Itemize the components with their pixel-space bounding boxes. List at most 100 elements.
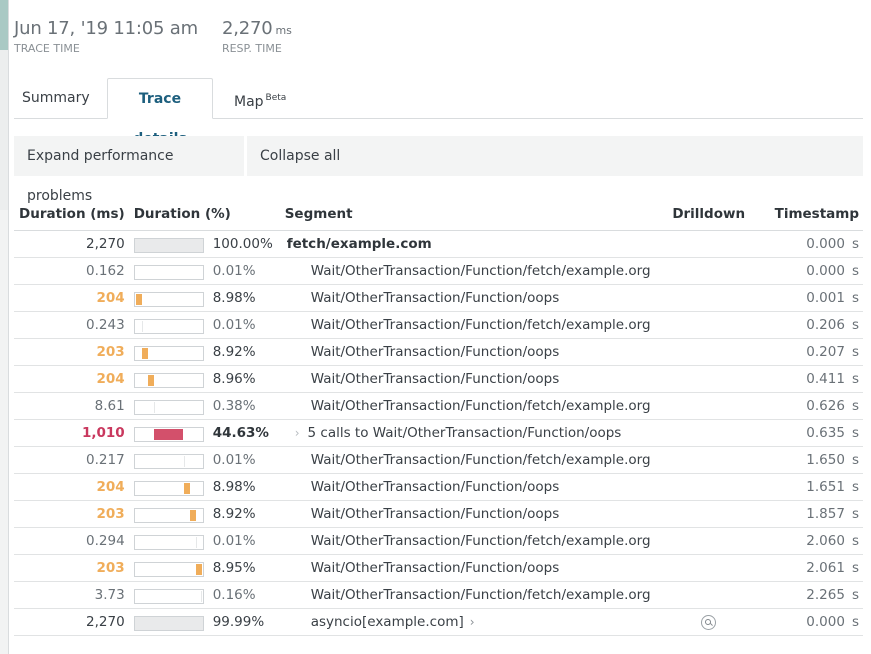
timestamp-value: 0.000 [806,236,845,252]
table-row[interactable]: 0.162 0.01% Wait/OtherTransaction/Function… [14,257,863,285]
magnifier-icon[interactable] [701,614,717,630]
column-duration-pct[interactable]: Duration (%) [130,198,281,231]
drilldown-cell [668,311,749,339]
segment-cell: Wait/OtherTransaction/Function/fetch/exa… [280,446,669,474]
segment-name: Wait/OtherTransaction/Function/fetch/exa… [310,317,651,333]
expand-chevron-icon[interactable]: › [295,426,300,440]
duration-bar-fill [147,374,154,386]
segment-cell: Wait/OtherTransaction/Function/oops [280,554,669,582]
timestamp-unit: s [851,452,859,468]
collapse-all-button[interactable]: Collapse all [247,136,863,176]
drilldown-cell [668,581,749,609]
duration-bar [133,453,204,469]
timestamp-value: 1.857 [806,506,845,522]
segment-cell[interactable]: › 5 calls to Wait/OtherTransaction/Functi… [280,419,669,447]
timestamp-value: 0.411 [806,371,845,387]
tab-summary[interactable]: Summary [14,78,98,118]
response-time-label: RESP. TIME [221,42,282,55]
duration-ms: 0.294 [14,527,131,555]
duration-pct: 8.92% [205,500,281,528]
timestamp-unit: s [851,290,859,306]
segment-cell: Wait/OtherTransaction/Function/fetch/exa… [280,581,669,609]
tab-trace-details[interactable]: Trace details [107,78,213,147]
timestamp-value: 1.651 [806,479,845,495]
timestamp-unit: s [851,560,859,576]
duration-bar [133,237,204,253]
duration-pct: 8.98% [205,473,281,501]
table-row[interactable]: 0.294 0.01% Wait/OtherTransaction/Function… [14,527,863,555]
table-row[interactable]: 203 8.92% Wait/OtherTransaction/Function/o… [14,500,863,528]
table-row[interactable]: 204 8.98% Wait/OtherTransaction/Function/o… [14,473,863,501]
chevron-right-icon[interactable]: › [470,615,475,629]
duration-ms: 0.243 [14,311,131,339]
table-row[interactable]: 8.61 0.38% Wait/OtherTransaction/Function/… [14,392,863,420]
timestamp-unit: s [851,317,859,333]
timestamp: 2.060 s [748,527,863,555]
response-time-unit: ms [275,24,292,37]
duration-pct: 0.01% [205,311,281,339]
column-duration-ms[interactable]: Duration (ms) [14,198,131,231]
drilldown-cell [668,284,749,312]
table-row[interactable]: 2,270 100.00% fetch/example.com 0.000 s [14,230,863,258]
trace-details-table: Duration (ms) Duration (%) Segment Drill… [14,198,863,636]
table-row[interactable]: 3.73 0.16% Wait/OtherTransaction/Function/… [14,581,863,609]
column-timestamp[interactable]: Timestamp [748,198,863,231]
timestamp: 1.857 s [748,500,863,528]
tab-map-label: Map [234,94,264,110]
timestamp-value: 0.635 [806,425,845,441]
table-row[interactable]: 1,010 44.63% › 5 calls to Wait/OtherTransac… [14,419,863,447]
duration-bar [133,291,204,307]
tab-map[interactable]: Map Beta [226,78,294,118]
duration-bar [133,399,204,415]
duration-ms: 0.217 [14,446,131,474]
timestamp-value: 0.626 [806,398,845,414]
duration-bar [133,480,204,496]
column-drilldown: Drilldown [668,198,749,231]
timestamp-value: 0.000 [806,263,845,279]
segment-cell: Wait/OtherTransaction/Function/fetch/exa… [280,527,669,555]
duration-bar-fill [195,563,202,575]
duration-pct: 8.92% [205,338,281,366]
table-row[interactable]: 0.243 0.01% Wait/OtherTransaction/Function… [14,311,863,339]
column-segment[interactable]: Segment [280,198,669,231]
duration-bar [133,345,204,361]
table-header-row: Duration (ms) Duration (%) Segment Drill… [14,198,863,231]
timestamp-unit: s [851,506,859,522]
table-row[interactable]: 203 8.92% Wait/OtherTransaction/Function/o… [14,338,863,366]
table-row[interactable]: 204 8.96% Wait/OtherTransaction/Function/o… [14,365,863,393]
table-row[interactable]: 203 8.95% Wait/OtherTransaction/Function/o… [14,554,863,582]
duration-bar [133,426,204,442]
duration-bar-fill [135,293,142,305]
duration-ms: 203 [14,500,131,528]
trace-time-label: TRACE TIME [14,42,80,55]
background-panel-edge [0,0,9,654]
table-row[interactable]: 2,270 99.99% asyncio[example.com] › 0.000 s [14,608,863,636]
segment-cell: Wait/OtherTransaction/Function/oops [280,338,669,366]
table-row[interactable]: 204 8.98% Wait/OtherTransaction/Function/o… [14,284,863,312]
drilldown-cell [668,473,749,501]
duration-ms: 2,270 [14,230,131,258]
duration-bar [133,534,204,550]
timestamp-value: 0.000 [806,614,845,630]
segment-cell[interactable]: asyncio[example.com] › [280,608,669,636]
expand-performance-problems-button[interactable]: Expand performance problems [14,136,244,204]
drilldown-cell [668,527,749,555]
timestamp: 0.635 s [748,419,863,447]
segment-name: Wait/OtherTransaction/Function/fetch/exa… [310,398,651,414]
timestamp: 0.626 s [748,392,863,420]
drilldown-cell [668,500,749,528]
timestamp-unit: s [851,614,859,630]
timestamp: 0.001 s [748,284,863,312]
timestamp: 0.000 s [748,257,863,285]
drilldown-cell [668,554,749,582]
table-row[interactable]: 0.217 0.01% Wait/OtherTransaction/Function… [14,446,863,474]
duration-bar-tick [141,320,143,332]
timestamp-value: 0.001 [806,290,845,306]
segment-name: asyncio[example.com] [310,614,464,630]
segment-name: 5 calls to Wait/OtherTransaction/Functio… [307,425,622,441]
trace-header: Jun 17, '19 11:05 am TRACE TIME 2,270 ms … [14,18,292,55]
segment-name: Wait/OtherTransaction/Function/oops [310,506,560,522]
duration-pct: 0.01% [205,527,281,555]
trace-time-value: Jun 17, '19 11:05 am [14,18,198,39]
timestamp-value: 2.265 [806,587,845,603]
